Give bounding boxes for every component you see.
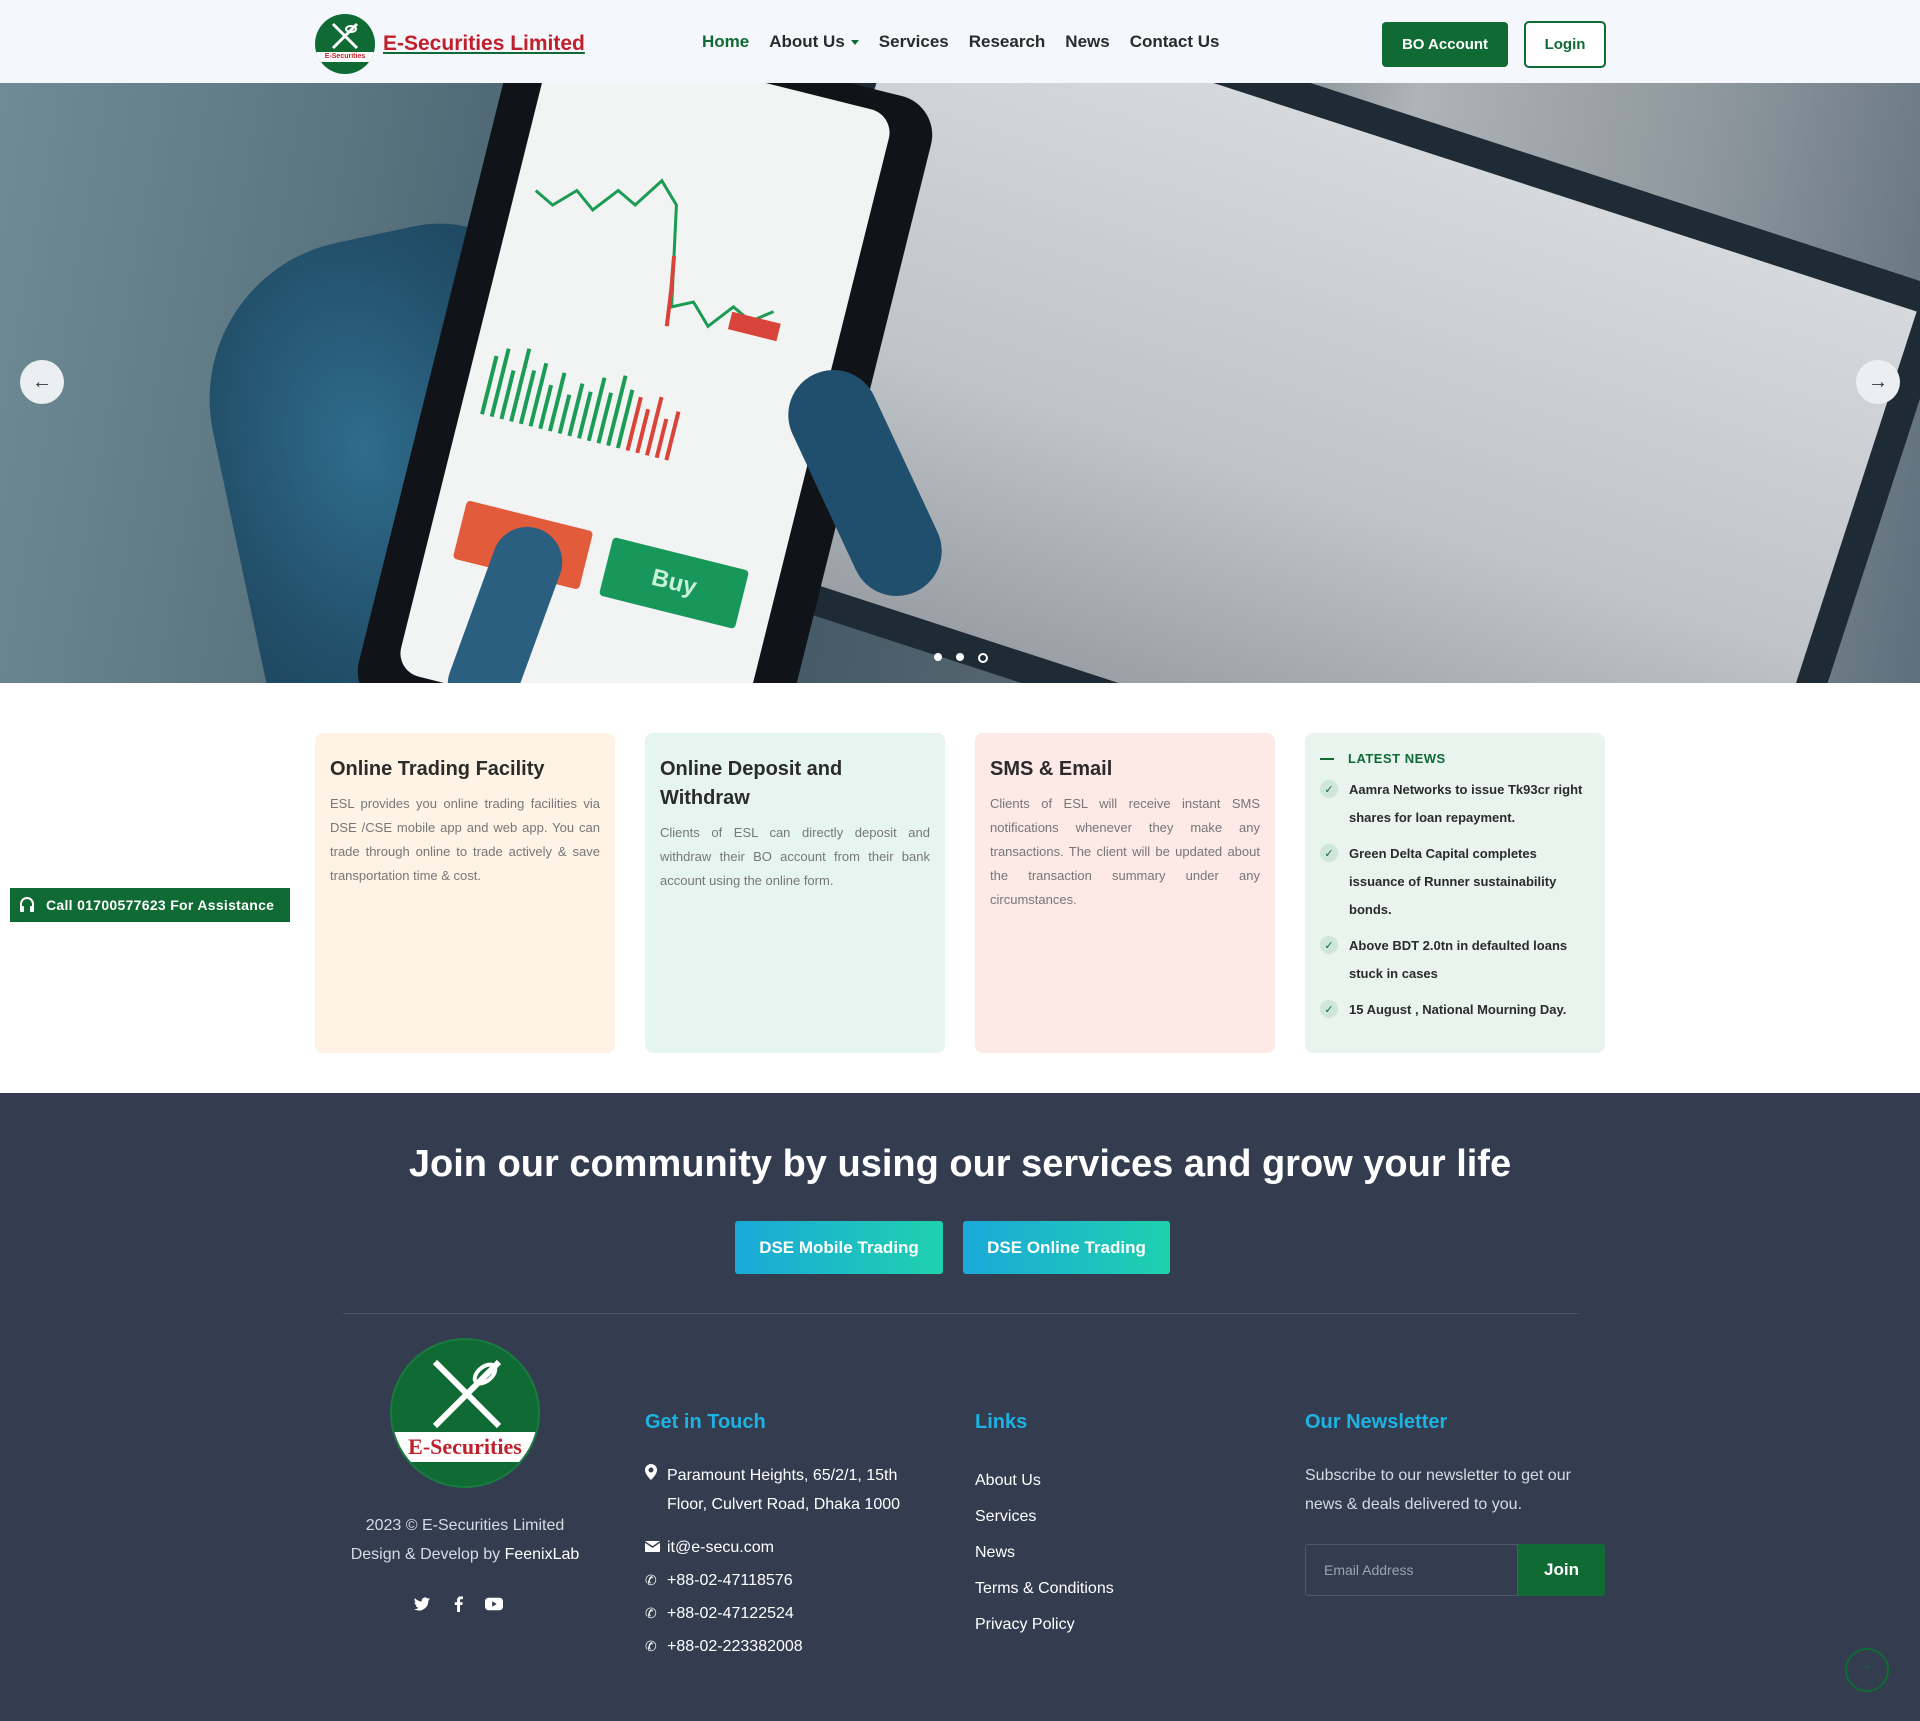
footer-divider	[343, 1313, 1579, 1314]
news-item[interactable]: ✓ Above BDT 2.0tn in defaulted loans stu…	[1320, 932, 1590, 988]
phone-icon: ✆	[645, 1638, 657, 1654]
check-icon: ✓	[1320, 936, 1338, 954]
slider-next-button[interactable]: →	[1856, 360, 1900, 404]
nav-research[interactable]: Research	[969, 32, 1046, 52]
footer-logo: E-Securities	[390, 1338, 540, 1488]
email-row[interactable]: it@e-secu.com	[644, 1533, 925, 1562]
logo-badge-text: E-Securities	[324, 53, 366, 60]
news-item[interactable]: ✓ 15 August , National Mourning Day.	[1320, 996, 1590, 1024]
envelope-icon	[644, 1533, 667, 1562]
card-text: Clients of ESL will receive instant SMS …	[990, 796, 1260, 907]
phone-icon: ✆	[645, 1605, 657, 1621]
phone-row[interactable]: ✆ +88-02-47118576	[645, 1566, 925, 1595]
footer-link-privacy[interactable]: Privacy Policy	[975, 1607, 1114, 1643]
assistance-call-button[interactable]: Call 01700577623 For Assistance	[10, 888, 290, 922]
nav-contact-us[interactable]: Contact Us	[1130, 32, 1220, 52]
footer-links: About Us Services News Terms & Condition…	[975, 1463, 1114, 1643]
card-text: ESL provides you online trading faciliti…	[330, 796, 600, 883]
footer-link-services[interactable]: Services	[975, 1499, 1114, 1535]
phone-row[interactable]: ✆ +88-02-223382008	[645, 1632, 925, 1661]
links-title: Links	[975, 1411, 1028, 1433]
address-row: Paramount Heights, 65/2/1, 15th Floor, C…	[645, 1461, 925, 1519]
footer-link-news[interactable]: News	[975, 1535, 1114, 1571]
slider-prev-button[interactable]: ←	[20, 360, 64, 404]
scroll-to-top-button[interactable]: ⌃	[1845, 1648, 1889, 1692]
login-button[interactable]: Login	[1524, 21, 1606, 68]
arrow-right-icon: →	[1868, 370, 1888, 393]
footer-link-about-us[interactable]: About Us	[975, 1463, 1114, 1499]
newsletter-text: Subscribe to our newsletter to get our n…	[1305, 1467, 1571, 1513]
brand-logo-icon: E-Securities	[315, 14, 375, 74]
site-footer: Join our community by using our services…	[0, 1093, 1920, 1721]
footer-link-terms[interactable]: Terms & Conditions	[975, 1571, 1114, 1607]
slider-dot[interactable]	[934, 653, 942, 661]
feature-card-sms-email: SMS & Email Clients of ESL will receive …	[975, 733, 1275, 1053]
latest-news-card: LATEST NEWS ✓ Aamra Networks to issue Tk…	[1305, 733, 1605, 1053]
facebook-icon[interactable]	[449, 1595, 467, 1613]
hero-slider: Buy ← →	[0, 83, 1920, 683]
check-icon: ✓	[1320, 844, 1338, 862]
main-nav: Home About Us Services Research News Con…	[702, 32, 1239, 52]
youtube-icon[interactable]	[485, 1595, 503, 1613]
nav-services[interactable]: Services	[879, 32, 949, 52]
news-item[interactable]: ✓ Green Delta Capital completes issuance…	[1320, 840, 1590, 924]
slider-dot-active[interactable]	[978, 653, 988, 663]
check-icon: ✓	[1320, 1000, 1338, 1018]
latest-news-heading: LATEST NEWS	[1320, 751, 1590, 766]
dse-mobile-trading-button[interactable]: DSE Mobile Trading	[735, 1221, 943, 1274]
brand-logo-link[interactable]: E-Securities E-Securities Limited	[315, 14, 585, 74]
arrow-left-icon: ←	[32, 370, 52, 393]
phone-row[interactable]: ✆ +88-02-47122524	[645, 1599, 925, 1628]
feature-card-deposit-withdraw: Online Deposit and Withdraw Clients of E…	[645, 733, 945, 1053]
newsletter-join-button[interactable]: Join	[1518, 1544, 1605, 1596]
twitter-icon[interactable]	[413, 1595, 431, 1613]
chevron-up-icon: ⌃	[1861, 1663, 1873, 1677]
footer-copyright: 2023 © E-Securities Limited Design & Dev…	[350, 1517, 580, 1563]
nav-home[interactable]: Home	[702, 32, 749, 52]
nav-news[interactable]: News	[1065, 32, 1109, 52]
site-header: E-Securities E-Securities Limited Home A…	[0, 0, 1920, 83]
card-text: Clients of ESL can directly deposit and …	[660, 825, 930, 888]
contact-info: Paramount Heights, 65/2/1, 15th Floor, C…	[644, 1461, 925, 1665]
card-title: SMS & Email	[990, 758, 1113, 780]
check-icon: ✓	[1320, 780, 1338, 798]
nav-about-us[interactable]: About Us	[769, 32, 859, 52]
developer-link[interactable]: FeenixLab	[505, 1546, 580, 1563]
headset-icon	[20, 897, 34, 912]
community-heading: Join our community by using our services…	[408, 1143, 1512, 1185]
slider-dot[interactable]	[956, 653, 964, 661]
bo-account-button[interactable]: BO Account	[1382, 22, 1508, 67]
social-links	[413, 1595, 503, 1613]
slider-dots	[934, 653, 988, 663]
chevron-down-icon	[850, 39, 859, 45]
dse-online-trading-button[interactable]: DSE Online Trading	[963, 1221, 1170, 1274]
card-title: Online Trading Facility	[330, 758, 545, 780]
map-pin-icon	[645, 1461, 667, 1490]
newsletter-email-input[interactable]: Email Address	[1305, 1544, 1518, 1596]
newsletter-title: Our Newsletter	[1305, 1411, 1448, 1433]
news-item[interactable]: ✓ Aamra Networks to issue Tk93cr right s…	[1320, 776, 1590, 832]
dash-icon	[1320, 757, 1334, 760]
phone-icon: ✆	[645, 1572, 657, 1588]
brand-name: E-Securities Limited	[383, 32, 585, 55]
card-title: Online Deposit and Withdraw	[660, 758, 843, 809]
feature-card-online-trading: Online Trading Facility ESL provides you…	[315, 733, 615, 1053]
get-in-touch-title: Get in Touch	[645, 1411, 766, 1433]
logo-mark-icon	[432, 1359, 502, 1429]
footer-logo-text: E-Securities	[408, 1434, 522, 1459]
